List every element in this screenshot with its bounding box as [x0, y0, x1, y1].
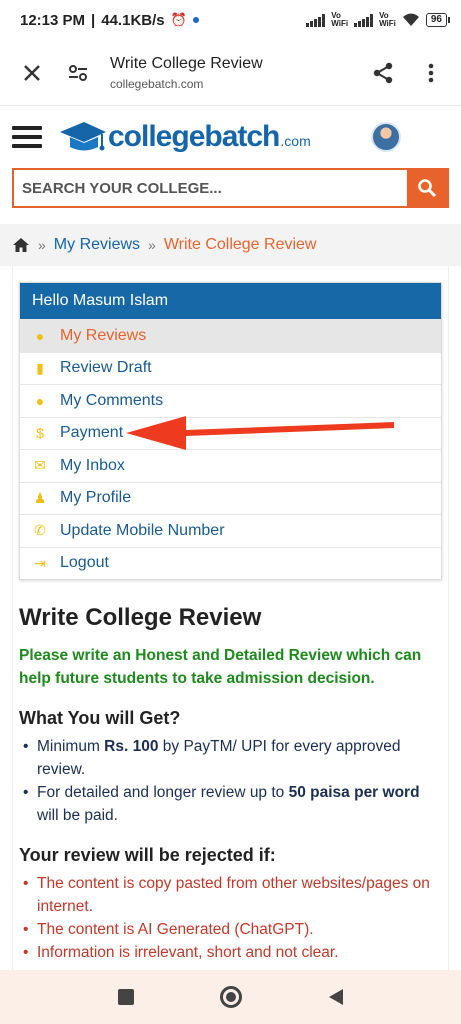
menu-item-label: Update Mobile Number	[60, 521, 225, 539]
phone-icon: ✆	[34, 522, 46, 539]
browser-toolbar: Write College Review collegebatch.com	[0, 40, 461, 106]
status-separator: |	[91, 11, 96, 29]
annotation-arrow-icon	[126, 416, 394, 450]
menu-item-review-draft[interactable]: ▮ Review Draft	[20, 351, 441, 385]
page-domain: collegebatch.com	[110, 76, 204, 91]
list-item: The content is AI Generated (ChatGPT).	[21, 918, 442, 941]
site-header: collegebatch .com	[0, 106, 461, 168]
logo-text: collegebatch	[108, 120, 280, 153]
benefits-list: Minimum Rs. 100 by PayTM/ UPI for every …	[19, 735, 442, 827]
battery-icon: 96	[425, 13, 451, 27]
rejection-heading: Your review will be rejected if:	[19, 845, 276, 865]
main-content: Hello Masum Islam ● My Reviews ▮ Review …	[12, 266, 449, 1024]
page-title: Write College Review	[110, 54, 263, 72]
share-icon[interactable]	[365, 55, 401, 91]
file-icon: ▮	[36, 359, 44, 376]
dollar-icon: $	[36, 425, 44, 442]
benefits-heading: What You will Get?	[19, 708, 181, 728]
volte-wifi-label: Vo WiFi	[331, 11, 349, 28]
menu-item-label: Payment	[60, 424, 124, 442]
list-item: Information is irrelevant, short and not…	[21, 941, 442, 964]
status-bar: 12:13 PM | 44.1KB/s ⏰ Vo WiFi Vo WiFi 96	[0, 0, 461, 40]
college-search	[12, 168, 449, 208]
breadcrumb-separator: »	[148, 237, 156, 253]
signal-icon	[354, 13, 374, 27]
system-nav-bar	[0, 970, 461, 1024]
home-button-icon[interactable]	[219, 986, 242, 1008]
rejection-list: The content is copy pasted from other we…	[19, 872, 442, 964]
list-item: For detailed and longer review up to 50 …	[21, 781, 442, 827]
close-icon[interactable]	[14, 55, 50, 91]
menu-item-my-profile[interactable]: ♟ My Profile	[20, 481, 441, 515]
section-heading: Write College Review	[19, 604, 262, 631]
menu-item-my-reviews[interactable]: ● My Reviews	[20, 319, 441, 352]
recent-apps-icon[interactable]	[117, 989, 134, 1005]
menu-item-label: My Reviews	[60, 326, 147, 344]
search-button[interactable]	[407, 170, 447, 206]
alarm-off-icon: ⏰	[170, 12, 187, 27]
search-icon	[418, 179, 437, 198]
site-settings-icon[interactable]	[60, 55, 96, 91]
intro-text: Please write an Honest and Detailed Revi…	[19, 647, 422, 687]
comment-icon: ●	[35, 392, 45, 409]
dot-icon	[192, 17, 199, 23]
site-logo[interactable]: collegebatch .com	[56, 118, 311, 156]
menu-item-label: Logout	[60, 554, 109, 572]
menu-hamburger-icon[interactable]	[12, 126, 42, 148]
status-time: 12:13 PM	[20, 11, 86, 29]
breadcrumb-my-reviews[interactable]: My Reviews	[54, 236, 140, 254]
menu-item-label: My Inbox	[60, 456, 125, 474]
graduation-cap-icon	[60, 122, 106, 151]
network-speed: 44.1KB/s	[101, 11, 165, 29]
list-item: Minimum Rs. 100 by PayTM/ UPI for every …	[21, 735, 442, 781]
menu-item-label: My Profile	[60, 489, 132, 507]
menu-item-update-mobile[interactable]: ✆ Update Mobile Number	[20, 514, 441, 547]
volte-wifi-label: Vo WiFi	[379, 11, 396, 28]
home-icon[interactable]	[12, 237, 30, 253]
avatar[interactable]	[371, 122, 401, 152]
wifi-icon	[402, 13, 419, 26]
back-icon[interactable]	[328, 988, 344, 1006]
search-input[interactable]	[14, 170, 407, 206]
page-title-block: Write College Review collegebatch.com	[110, 55, 365, 91]
list-item: The content is copy pasted from other we…	[21, 872, 442, 918]
breadcrumb-current: Write College Review	[163, 236, 317, 253]
user-icon: ♟	[33, 489, 47, 506]
more-options-icon[interactable]	[413, 55, 449, 91]
menu-item-label: Review Draft	[60, 359, 152, 377]
menu-item-logout[interactable]: ⇥ Logout	[20, 546, 441, 580]
breadcrumb: » My Reviews » Write College Review	[0, 224, 461, 266]
menu-greeting: Hello Masum Islam	[20, 283, 441, 319]
signal-icon	[306, 13, 326, 27]
comment-icon: ●	[35, 327, 45, 344]
breadcrumb-separator: »	[38, 237, 46, 253]
logout-icon: ⇥	[34, 554, 46, 571]
logo-domain-suffix: .com	[280, 133, 311, 149]
envelope-icon: ✉	[34, 457, 46, 474]
